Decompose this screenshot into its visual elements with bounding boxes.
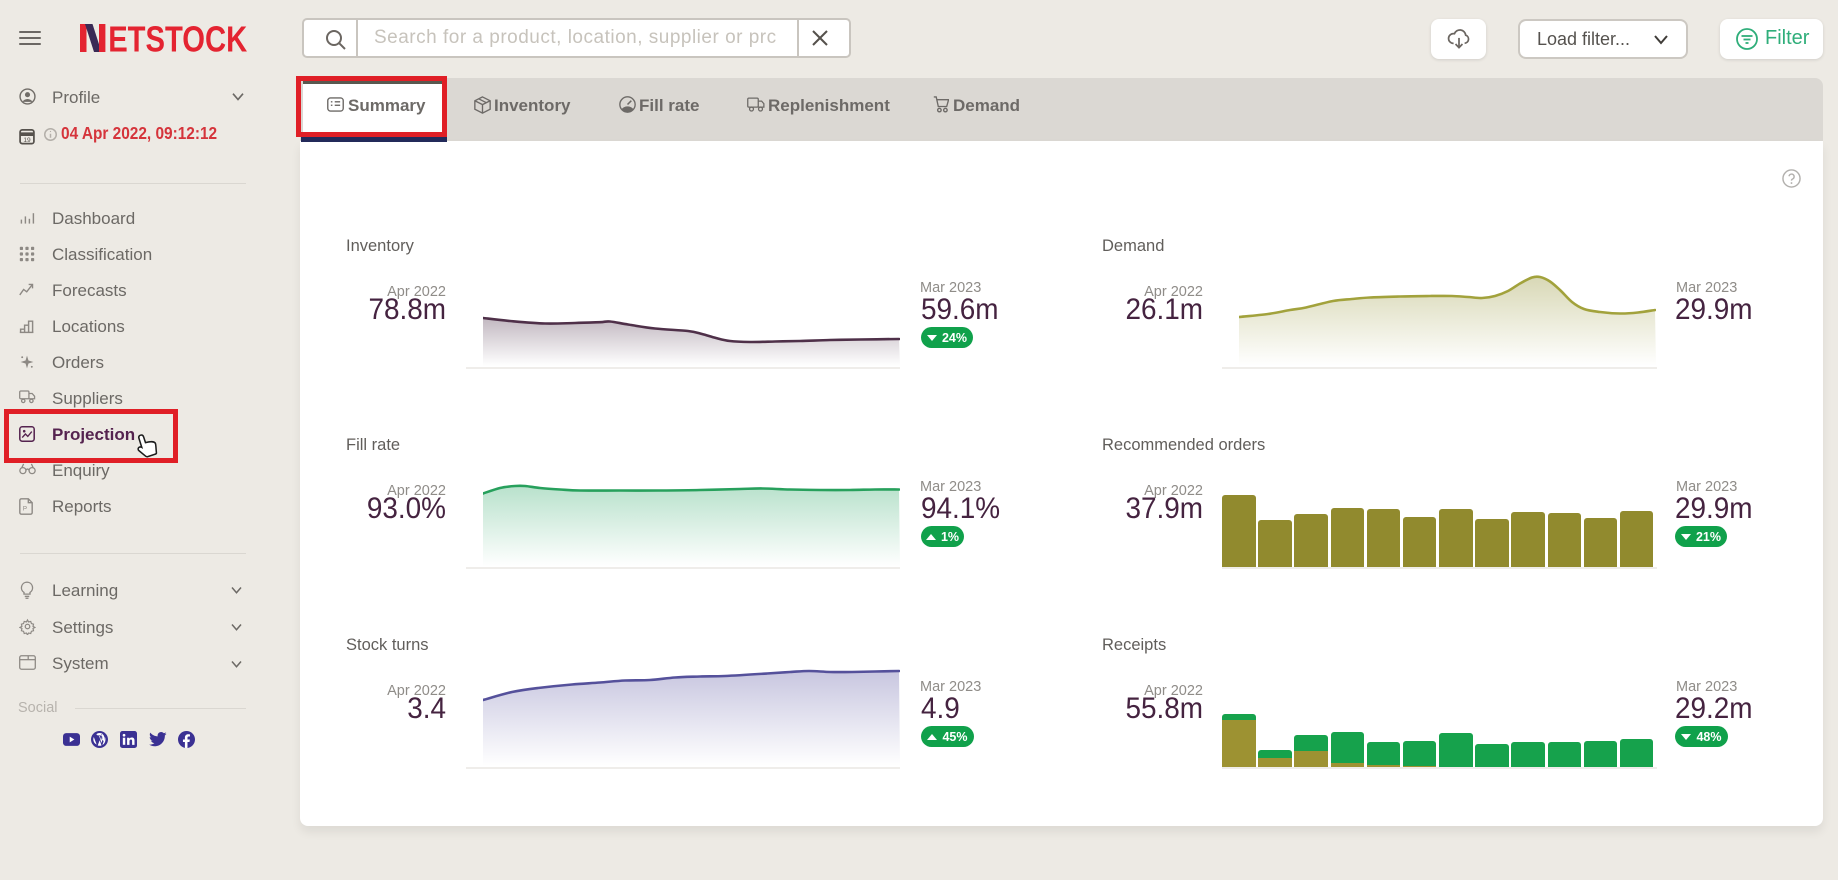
svg-text:19: 19 — [23, 137, 31, 144]
svg-text:ETSTOCK: ETSTOCK — [108, 22, 248, 54]
svg-text:P: P — [23, 505, 27, 512]
